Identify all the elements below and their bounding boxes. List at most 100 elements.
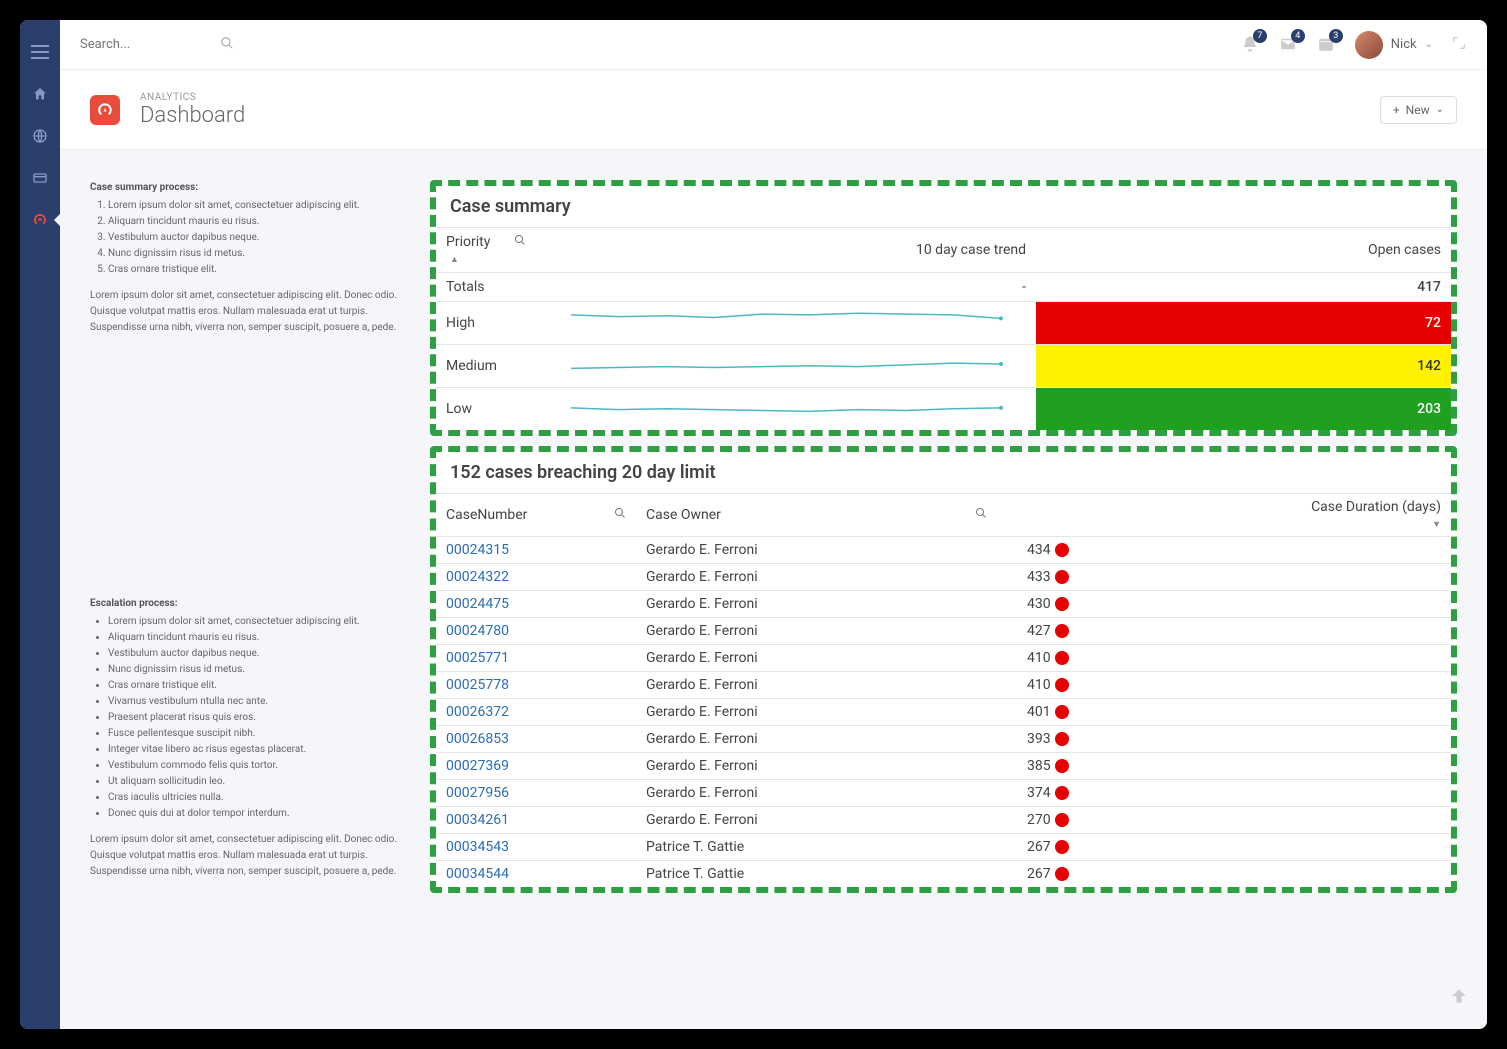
totals-open: 417 bbox=[1036, 273, 1451, 302]
case-link[interactable]: 00026853 bbox=[446, 731, 509, 747]
duration-cell: 267 bbox=[1017, 861, 1451, 888]
open-cases-cell: 203 bbox=[1036, 388, 1451, 431]
owner-cell: Gerardo E. Ferroni bbox=[636, 753, 1017, 780]
list-item: Vestibulum commodo felis quis tortor. bbox=[108, 758, 410, 774]
page-icon bbox=[90, 95, 120, 125]
col-casenumber[interactable]: CaseNumber bbox=[436, 494, 636, 537]
table-row: 00027369Gerardo E. Ferroni385 bbox=[436, 753, 1451, 780]
owner-cell: Gerardo E. Ferroni bbox=[636, 645, 1017, 672]
duration-cell: 393 bbox=[1017, 726, 1451, 753]
sort-desc-icon: ▼ bbox=[1432, 520, 1441, 530]
list-item: Donec quis dui at dolor tempor interdum. bbox=[108, 806, 410, 822]
search-input[interactable] bbox=[80, 37, 160, 52]
case-link[interactable]: 00034544 bbox=[446, 866, 509, 882]
case-link[interactable]: 00027369 bbox=[446, 758, 509, 774]
notification-bell[interactable]: 7 bbox=[1241, 35, 1261, 55]
sort-asc-icon: ▲ bbox=[450, 255, 459, 265]
case-number-cell: 00027369 bbox=[436, 753, 636, 780]
sidebar-item-globe[interactable] bbox=[28, 124, 52, 148]
case-number-cell: 00034543 bbox=[436, 834, 636, 861]
case-link[interactable]: 00024475 bbox=[446, 596, 509, 612]
search-icon[interactable] bbox=[514, 234, 526, 250]
gauge-icon bbox=[96, 101, 114, 119]
breaching-table: CaseNumber Case Owner bbox=[436, 493, 1451, 887]
status-dot bbox=[1055, 678, 1069, 692]
sidebar-item-credit[interactable] bbox=[28, 166, 52, 190]
duration-cell: 433 bbox=[1017, 564, 1451, 591]
owner-cell: Patrice T. Gattie bbox=[636, 834, 1017, 861]
search-icon[interactable] bbox=[975, 507, 987, 523]
case-number-cell: 00027956 bbox=[436, 780, 636, 807]
list-item: Vivamus vestibulum ntulla nec ante. bbox=[108, 694, 410, 710]
search-icon[interactable] bbox=[220, 35, 234, 54]
table-row: 00027956Gerardo E. Ferroni374 bbox=[436, 780, 1451, 807]
user-name: Nick bbox=[1391, 37, 1417, 52]
table-row: 00034544Patrice T. Gattie267 bbox=[436, 861, 1451, 888]
case-number-cell: 00034544 bbox=[436, 861, 636, 888]
table-row: 00024780Gerardo E. Ferroni427 bbox=[436, 618, 1451, 645]
owner-cell: Gerardo E. Ferroni bbox=[636, 591, 1017, 618]
hamburger-icon bbox=[31, 45, 49, 59]
case-summary-table: Priority ▲ 10 day case trend Open cases bbox=[436, 227, 1451, 430]
expand-icon[interactable] bbox=[1451, 35, 1467, 55]
table-row: 00024322Gerardo E. Ferroni433 bbox=[436, 564, 1451, 591]
case-link[interactable]: 00034543 bbox=[446, 839, 509, 855]
new-button-label: New bbox=[1406, 103, 1430, 117]
sidebar-item-dashboard[interactable] bbox=[28, 208, 52, 232]
trend-cell bbox=[536, 345, 1036, 388]
duration-cell: 434 bbox=[1017, 537, 1451, 564]
duration-cell: 401 bbox=[1017, 699, 1451, 726]
list-item: Vestibulum auctor dapibus neque. bbox=[108, 646, 410, 662]
case-link[interactable]: 00024322 bbox=[446, 569, 509, 585]
list-item: Aliquam tincidunt mauris eu risus. bbox=[108, 214, 410, 230]
status-dot bbox=[1055, 813, 1069, 827]
case-link[interactable]: 00025778 bbox=[446, 677, 509, 693]
sparkline bbox=[546, 308, 1026, 334]
owner-cell: Gerardo E. Ferroni bbox=[636, 618, 1017, 645]
case-link[interactable]: 00024315 bbox=[446, 542, 509, 558]
notification-calendar[interactable]: 3 bbox=[1317, 35, 1337, 55]
status-dot bbox=[1055, 597, 1069, 611]
case-link[interactable]: 00025771 bbox=[446, 650, 509, 666]
col-trend[interactable]: 10 day case trend bbox=[536, 228, 1036, 273]
search-icon[interactable] bbox=[614, 507, 626, 523]
table-row: 00026853Gerardo E. Ferroni393 bbox=[436, 726, 1451, 753]
duration-cell: 410 bbox=[1017, 672, 1451, 699]
table-row: 00034543 Patrice T. Gattie267 bbox=[436, 834, 1451, 861]
case-summary-process: Case summary process: Lorem ipsum dolor … bbox=[90, 180, 410, 336]
user-menu[interactable]: Nick ⌄ bbox=[1355, 31, 1433, 59]
totals-trend: - bbox=[536, 273, 1036, 302]
status-dot bbox=[1055, 786, 1069, 800]
priority-cell: High bbox=[436, 302, 536, 345]
owner-cell: Gerardo E. Ferroni bbox=[636, 672, 1017, 699]
case-link[interactable]: 00034261 bbox=[446, 812, 509, 828]
case-link[interactable]: 00026372 bbox=[446, 704, 509, 720]
col-owner[interactable]: Case Owner bbox=[636, 494, 1017, 537]
col-duration[interactable]: Case Duration (days) ▼ bbox=[1017, 494, 1451, 537]
status-dot bbox=[1055, 759, 1069, 773]
notification-mail[interactable]: 4 bbox=[1279, 35, 1299, 55]
case-link[interactable]: 00024780 bbox=[446, 623, 509, 639]
owner-cell: Gerardo E. Ferroni bbox=[636, 537, 1017, 564]
scroll-top-button[interactable] bbox=[1449, 986, 1469, 1011]
page-title: Dashboard bbox=[140, 103, 245, 128]
topbar: 7 4 3 Nick ⌄ bbox=[60, 20, 1487, 70]
process-title: Case summary process: bbox=[90, 180, 410, 196]
col-priority[interactable]: Priority ▲ bbox=[436, 228, 536, 273]
trend-cell bbox=[536, 302, 1036, 345]
breaching-widget: 152 cases breaching 20 day limit CaseNum… bbox=[430, 446, 1457, 893]
list-item: Cras iaculis ultricies nulla. bbox=[108, 790, 410, 806]
case-number-cell: 00026853 bbox=[436, 726, 636, 753]
arrow-up-icon bbox=[1449, 986, 1469, 1006]
case-number-cell: 00024322 bbox=[436, 564, 636, 591]
breaching-title: 152 cases breaching 20 day limit bbox=[436, 452, 1451, 493]
list-item: Aliquam tincidunt mauris eu risus. bbox=[108, 630, 410, 646]
list-item: Integer vitae libero ac risus egestas pl… bbox=[108, 742, 410, 758]
case-link[interactable]: 00027956 bbox=[446, 785, 509, 801]
new-button[interactable]: + New ⌄ bbox=[1380, 96, 1457, 124]
duration-cell: 267 bbox=[1017, 834, 1451, 861]
avatar bbox=[1355, 31, 1383, 59]
col-open[interactable]: Open cases bbox=[1036, 228, 1451, 273]
menu-toggle[interactable] bbox=[28, 40, 52, 64]
sidebar-item-home[interactable] bbox=[28, 82, 52, 106]
